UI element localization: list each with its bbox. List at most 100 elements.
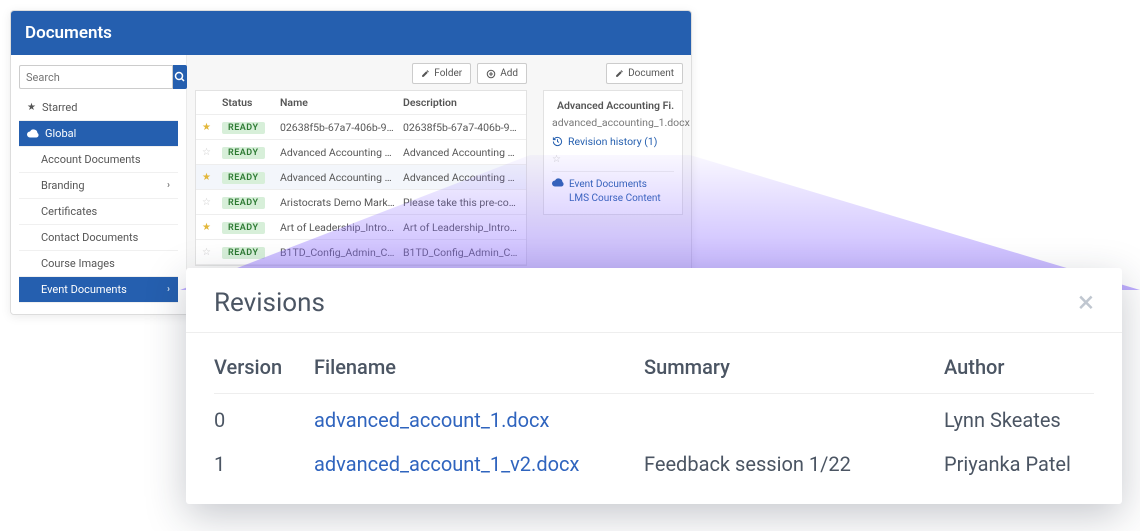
file-name: Art of Leadership_Introductio... [280, 221, 397, 234]
cell-filename: advanced_account_1.docx [314, 394, 644, 439]
file-name: 02638f5b-67a7-406b-9ff7-4f0... [280, 121, 397, 134]
file-description: Advanced Accounting Finance ... [403, 171, 520, 184]
table-row: 1advanced_account_1_v2.docx Feedback sess… [214, 438, 1094, 482]
edit-document-button[interactable]: Document [606, 63, 683, 84]
filename-link[interactable]: advanced_account_1_v2.docx [314, 452, 579, 476]
sidebar-item-label: Course Images [41, 257, 115, 270]
search-input[interactable] [19, 65, 173, 89]
status-badge: READY [222, 197, 265, 209]
sidebar-item-label: Starred [42, 101, 78, 114]
table-row[interactable]: ★ READY 02638f5b-67a7-406b-9ff7-4f0... 0263… [196, 115, 526, 140]
sidebar-item-branding[interactable]: Branding › [19, 173, 178, 199]
sidebar-item-label: Branding [41, 179, 85, 192]
file-name: Advanced Accounting Exam F... [280, 146, 397, 159]
table-row[interactable]: ☆ READY B1TD_Config_Admin_Course... B1TD_Co… [196, 240, 526, 265]
file-table: Status Name Description ★ READY 02638f5b-6… [195, 90, 527, 266]
new-folder-button[interactable]: Folder [412, 63, 471, 84]
status-badge: READY [222, 247, 265, 259]
sidebar-item-label: Event Documents [41, 283, 127, 296]
status-badge: READY [222, 222, 265, 234]
cell-author: Priyanka Patel [944, 438, 1094, 482]
search-icon [174, 71, 186, 83]
revisions-table: Version Filename Summary Author 0advance… [214, 347, 1094, 482]
button-label: Add [500, 68, 518, 79]
cloud-icon [552, 178, 564, 187]
close-button[interactable]: × [1078, 288, 1094, 318]
star-toggle[interactable]: ★ [202, 222, 216, 233]
star-toggle[interactable]: ☆ [202, 247, 216, 258]
file-name: B1TD_Config_Admin_Course... [280, 246, 397, 259]
file-description: Advanced Accounting Exam Fi... [403, 146, 520, 159]
table-row: 0advanced_account_1.docx Lynn Skeates [214, 394, 1094, 439]
star-toggle[interactable]: ☆ [202, 147, 216, 158]
file-description: B1TD_Config_Admin_Course.pdf [403, 246, 520, 259]
status-badge: READY [222, 147, 265, 159]
revisions-modal: Revisions × Version Filename Summary Aut… [186, 268, 1122, 504]
search-button[interactable] [173, 65, 187, 89]
pencil-icon [421, 69, 430, 78]
col-version: Version [214, 347, 314, 394]
cell-author: Lynn Skeates [944, 394, 1094, 439]
sidebar-item-label: Certificates [41, 205, 97, 218]
plus-circle-icon [486, 69, 496, 79]
col-description: Description [403, 96, 520, 109]
cell-summary [644, 394, 944, 439]
sidebar: ★ Starred Global Account Documents Brand… [11, 55, 187, 314]
status-badge: READY [222, 172, 265, 184]
cell-version: 0 [214, 394, 314, 439]
cell-summary: Feedback session 1/22 [644, 438, 944, 482]
col-filename: Filename [314, 347, 644, 394]
chevron-right-icon: › [167, 180, 170, 191]
history-icon [552, 136, 563, 147]
page-title: Documents [11, 11, 691, 55]
file-name: Advanced Accounting Financ... [280, 171, 397, 184]
file-name: Aristocrats Demo Marketing ... [280, 196, 397, 209]
sidebar-item-account-documents[interactable]: Account Documents [19, 147, 178, 173]
sidebar-item-label: Contact Documents [41, 231, 138, 244]
table-row[interactable]: ★ READY Art of Leadership_Introductio... Ar… [196, 215, 526, 240]
modal-title: Revisions [214, 288, 325, 318]
add-button[interactable]: Add [477, 63, 527, 84]
chevron-right-icon: › [167, 284, 170, 295]
col-name: Name [280, 96, 397, 109]
details-title: Advanced Accounting Fi... [557, 99, 674, 112]
star-icon: ★ [27, 102, 36, 113]
table-header-row: Version Filename Summary Author [214, 347, 1094, 394]
sidebar-item-course-images[interactable]: Course Images [19, 251, 178, 277]
breadcrumb-part[interactable]: LMS Course Content [569, 193, 661, 204]
pencil-icon [615, 69, 624, 78]
details-filename: advanced_accounting_1.docx [552, 116, 674, 129]
filename-link[interactable]: advanced_account_1.docx [314, 408, 549, 432]
star-toggle[interactable]: ★ [202, 172, 216, 183]
sidebar-item-label: Account Documents [41, 153, 141, 166]
breadcrumb-part[interactable]: Event Documents [569, 179, 647, 190]
button-label: Folder [434, 68, 462, 79]
cloud-icon [27, 129, 39, 138]
table-row[interactable]: ★ READY Advanced Accounting Financ... Advan… [196, 165, 526, 190]
close-icon: × [1078, 285, 1094, 320]
file-description: 02638f5b-67a7-406b-9ff7-4f0f... [403, 121, 520, 134]
star-toggle[interactable]: ★ [202, 122, 216, 133]
status-badge: READY [222, 122, 265, 134]
sidebar-item-contact-documents[interactable]: Contact Documents [19, 225, 178, 251]
col-status: Status [222, 96, 274, 109]
star-toggle[interactable]: ☆ [552, 154, 674, 165]
revision-history-link[interactable]: Revision history (1) [552, 135, 674, 148]
sidebar-item-starred[interactable]: ★ Starred [19, 95, 178, 121]
sidebar-item-certificates[interactable]: Certificates [19, 199, 178, 225]
cell-filename: advanced_account_1_v2.docx [314, 438, 644, 482]
button-label: Document [628, 68, 674, 79]
col-author: Author [944, 347, 1094, 394]
star-toggle[interactable]: ☆ [202, 197, 216, 208]
file-description: Art of Leadership_Introduction... [403, 221, 520, 234]
col-summary: Summary [644, 347, 944, 394]
table-row[interactable]: ☆ READY Advanced Accounting Exam F... Advan… [196, 140, 526, 165]
sidebar-item-global[interactable]: Global [19, 121, 178, 147]
table-row[interactable]: ☆ READY Aristocrats Demo Marketing ... Plea… [196, 190, 526, 215]
link-label: Revision history (1) [568, 135, 657, 148]
sidebar-item-label: Global [45, 127, 76, 140]
sidebar-item-event-documents[interactable]: Event Documents › [19, 277, 178, 303]
cell-version: 1 [214, 438, 314, 482]
file-description: Please take this pre-course qui... [403, 196, 520, 209]
table-header-row: Status Name Description [196, 91, 526, 115]
